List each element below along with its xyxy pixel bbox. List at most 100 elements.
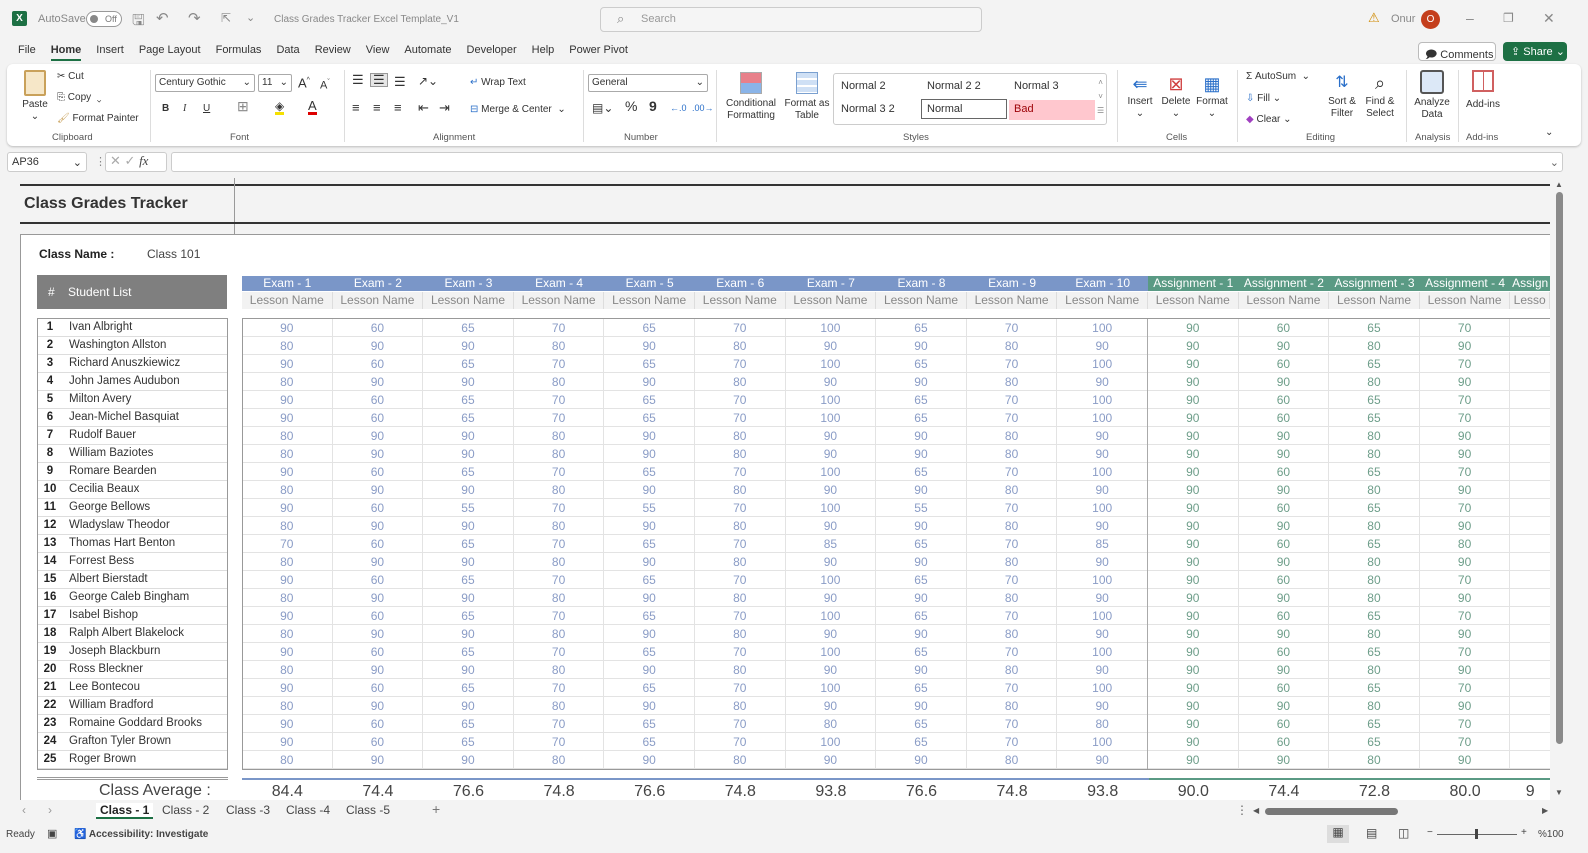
- grade-cell[interactable]: 70: [695, 409, 786, 427]
- grade-cell[interactable]: 65: [604, 355, 695, 373]
- lesson-name-header[interactable]: Lesson Name: [514, 292, 605, 309]
- grade-cell[interactable]: 60: [333, 643, 424, 661]
- grade-cell[interactable]: 90: [1148, 697, 1239, 715]
- grade-cell[interactable]: 90: [423, 661, 514, 679]
- grade-cell[interactable]: 90: [786, 517, 877, 535]
- grade-cell[interactable]: 100: [1057, 679, 1148, 697]
- menu-formulas[interactable]: Formulas: [216, 44, 262, 56]
- grade-cell-empty[interactable]: [1510, 553, 1550, 571]
- grade-cell[interactable]: 90: [876, 337, 967, 355]
- grade-cell[interactable]: 70: [1420, 571, 1511, 589]
- grade-cell[interactable]: 90: [876, 661, 967, 679]
- grade-cell[interactable]: 80: [514, 553, 605, 571]
- grade-cell[interactable]: 60: [333, 535, 424, 553]
- grade-cell[interactable]: 70: [242, 535, 333, 553]
- grade-cell[interactable]: 100: [1057, 463, 1148, 481]
- grade-cell-empty[interactable]: [1510, 481, 1550, 499]
- grade-cell[interactable]: 70: [1420, 679, 1511, 697]
- menu-insert[interactable]: Insert: [96, 44, 124, 56]
- style-normal-2-2[interactable]: Normal 2 2: [922, 77, 1008, 97]
- grade-cell[interactable]: 90: [1239, 661, 1330, 679]
- grade-cell[interactable]: 60: [1239, 409, 1330, 427]
- grade-cell[interactable]: 90: [333, 427, 424, 445]
- student-name[interactable]: William Baziotes: [69, 447, 153, 459]
- student-name[interactable]: Roger Brown: [69, 753, 136, 765]
- student-name[interactable]: Forrest Bess: [69, 555, 134, 567]
- column-header[interactable]: Assign: [1510, 276, 1550, 291]
- grade-cell[interactable]: 100: [1057, 643, 1148, 661]
- grade-cell[interactable]: 65: [876, 643, 967, 661]
- style-normal-3-2[interactable]: Normal 3 2: [836, 100, 922, 120]
- lesson-name-header[interactable]: Lesson Name: [967, 292, 1058, 309]
- font-name-select[interactable]: Century Gothic⌄: [155, 74, 255, 92]
- grade-cell[interactable]: 90: [1420, 661, 1511, 679]
- grade-cell[interactable]: 60: [1239, 571, 1330, 589]
- lesson-name-header[interactable]: Lesson Name: [423, 292, 514, 309]
- grade-cell[interactable]: 80: [514, 751, 605, 769]
- grade-cell[interactable]: 80: [695, 337, 786, 355]
- grade-cell[interactable]: 65: [1329, 733, 1420, 751]
- grade-cell[interactable]: 60: [333, 463, 424, 481]
- grade-cell[interactable]: 90: [1057, 517, 1148, 535]
- grade-cell[interactable]: 90: [423, 445, 514, 463]
- grade-cell[interactable]: 90: [1148, 589, 1239, 607]
- grade-cell[interactable]: 70: [695, 391, 786, 409]
- grade-cell[interactable]: 90: [1148, 427, 1239, 445]
- grade-cell[interactable]: 90: [604, 373, 695, 391]
- grade-cell[interactable]: 80: [695, 697, 786, 715]
- column-header[interactable]: Exam - 1: [242, 276, 333, 291]
- grade-cell[interactable]: 80: [514, 661, 605, 679]
- grade-cell[interactable]: 80: [695, 553, 786, 571]
- grade-cell[interactable]: 90: [333, 481, 424, 499]
- grade-cell[interactable]: 80: [514, 517, 605, 535]
- grade-cell[interactable]: 55: [604, 499, 695, 517]
- grade-cell[interactable]: 65: [876, 733, 967, 751]
- student-name[interactable]: Joseph Blackburn: [69, 645, 160, 657]
- menu-data[interactable]: Data: [276, 44, 299, 56]
- column-header[interactable]: Exam - 3: [423, 276, 514, 291]
- grade-cell[interactable]: 70: [695, 355, 786, 373]
- grade-cell[interactable]: 65: [423, 391, 514, 409]
- grade-cell[interactable]: 80: [1329, 751, 1420, 769]
- grade-cell[interactable]: 90: [423, 481, 514, 499]
- grade-cell[interactable]: 80: [967, 661, 1058, 679]
- grade-cell[interactable]: 70: [695, 643, 786, 661]
- macro-record-icon[interactable]: ▣: [47, 827, 57, 840]
- grade-cell[interactable]: 70: [695, 319, 786, 337]
- grade-cell[interactable]: 65: [604, 319, 695, 337]
- autosum-button[interactable]: Σ AutoSum ⌄: [1246, 71, 1310, 83]
- column-header[interactable]: Exam - 8: [876, 276, 967, 291]
- grade-cell[interactable]: 65: [604, 535, 695, 553]
- grade-cell[interactable]: 60: [333, 715, 424, 733]
- sheet-tab-5[interactable]: Class -5: [346, 803, 390, 817]
- grade-cell[interactable]: 80: [1329, 373, 1420, 391]
- grade-cell[interactable]: 65: [604, 391, 695, 409]
- grade-cell[interactable]: 90: [1148, 535, 1239, 553]
- grade-cell[interactable]: 90: [1148, 715, 1239, 733]
- grade-cell[interactable]: 80: [242, 625, 333, 643]
- grade-cell[interactable]: 70: [967, 463, 1058, 481]
- grade-cell[interactable]: 65: [1329, 715, 1420, 733]
- grade-cell[interactable]: 80: [242, 337, 333, 355]
- menu-home[interactable]: Home: [51, 44, 82, 61]
- grade-cell[interactable]: 70: [514, 733, 605, 751]
- grade-cell[interactable]: 65: [604, 643, 695, 661]
- grade-cell[interactable]: 90: [604, 553, 695, 571]
- grade-cell[interactable]: 80: [695, 445, 786, 463]
- grade-cell[interactable]: 65: [876, 409, 967, 427]
- grade-cell[interactable]: 70: [1420, 463, 1511, 481]
- grade-cell-empty[interactable]: [1510, 463, 1550, 481]
- grade-cell[interactable]: 90: [1057, 589, 1148, 607]
- grade-cell[interactable]: 80: [967, 751, 1058, 769]
- grade-cell[interactable]: 80: [967, 697, 1058, 715]
- grade-cell[interactable]: 90: [786, 553, 877, 571]
- grade-cell[interactable]: 90: [876, 517, 967, 535]
- grade-cell[interactable]: 65: [876, 463, 967, 481]
- grade-cell[interactable]: 55: [423, 499, 514, 517]
- save-icon[interactable]: 🖫: [132, 10, 145, 35]
- grade-cell[interactable]: 70: [695, 499, 786, 517]
- grade-cell[interactable]: 100: [1057, 607, 1148, 625]
- grade-cell[interactable]: 70: [514, 643, 605, 661]
- user-name[interactable]: Onur: [1391, 13, 1415, 25]
- grade-cell[interactable]: 80: [1329, 553, 1420, 571]
